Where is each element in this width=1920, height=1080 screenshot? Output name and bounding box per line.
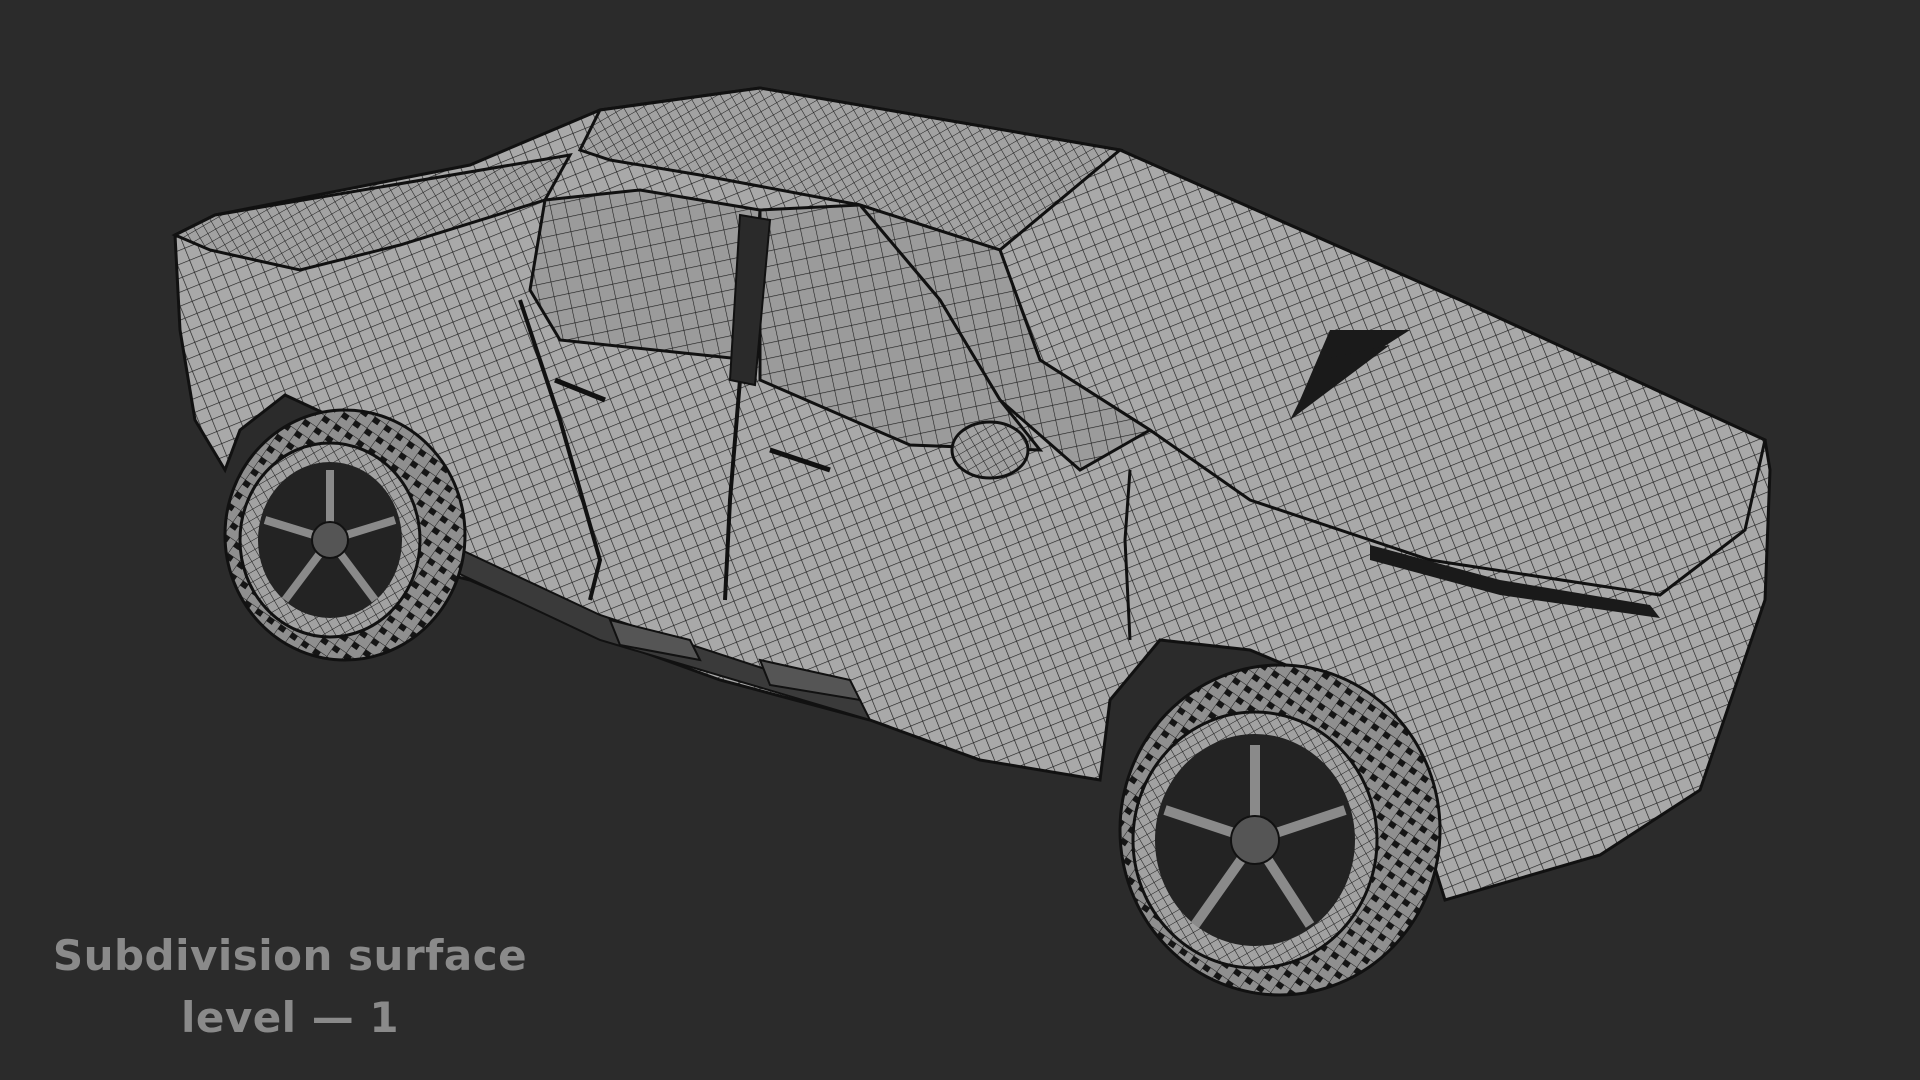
subdivision-caption: Subdivision surface level — 1 — [40, 925, 540, 1049]
caption-line-2: level — 1 — [180, 993, 400, 1042]
render-viewport: Subdivision surface level — 1 — [0, 0, 1920, 1080]
truck-wireframe-render — [171, 86, 1772, 997]
front-wheel — [1118, 663, 1442, 997]
rear-wheel — [223, 408, 467, 662]
caption-line-1: Subdivision surface — [52, 931, 528, 980]
